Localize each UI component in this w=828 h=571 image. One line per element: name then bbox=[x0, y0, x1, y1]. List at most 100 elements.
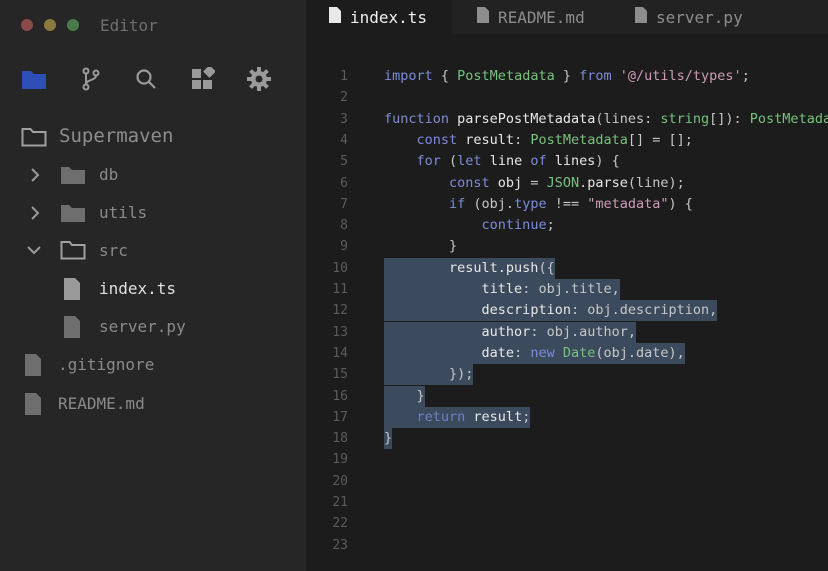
source-control-icon[interactable] bbox=[78, 66, 104, 92]
tree-item-label: db bbox=[99, 165, 119, 184]
code-editor: index.ts README.md server.py 1 2 3 4 5 6 7 8 9 10… bbox=[306, 0, 828, 571]
tree-item-label: server.py bbox=[99, 317, 186, 336]
line-number: 11 bbox=[332, 282, 348, 297]
code-token: return bbox=[416, 408, 466, 425]
code-token: of bbox=[530, 153, 547, 170]
close-window-button[interactable] bbox=[21, 19, 33, 31]
code-token: description bbox=[481, 302, 571, 319]
code-token: [] = []; bbox=[627, 131, 693, 148]
tree-item-readme[interactable]: README.md bbox=[0, 389, 306, 419]
tree-item-src[interactable]: src bbox=[0, 236, 306, 266]
line-number: 2 bbox=[340, 90, 348, 106]
line-number: 21 bbox=[332, 495, 348, 510]
sidebar: Editor Supermaven db utils src index.ts … bbox=[0, 0, 306, 571]
code-token: result bbox=[457, 131, 515, 148]
code-line: result.push({ bbox=[384, 258, 555, 279]
search-icon[interactable] bbox=[133, 66, 159, 92]
tree-item-label: index.ts bbox=[99, 279, 177, 298]
line-number: 7 bbox=[340, 196, 348, 212]
code-token: (line); bbox=[627, 174, 685, 191]
folder-open-icon bbox=[21, 127, 47, 151]
code-line: title: obj.title, bbox=[384, 279, 620, 300]
code-token: Date bbox=[562, 344, 596, 361]
explorer-icon[interactable] bbox=[21, 66, 47, 92]
file-icon bbox=[634, 6, 648, 28]
tree-item-server-py[interactable]: server.py bbox=[0, 312, 306, 342]
code-line: for (let line of lines) { bbox=[384, 151, 620, 172]
code-token: ( bbox=[440, 153, 458, 170]
minimize-window-button[interactable] bbox=[44, 19, 56, 31]
tree-item-index-ts[interactable]: index.ts bbox=[0, 274, 306, 304]
code-line: } bbox=[384, 386, 425, 407]
editor-window: Editor Supermaven db utils src index.ts … bbox=[0, 0, 828, 571]
code-token: []): bbox=[709, 110, 750, 127]
tree-item-utils[interactable]: utils bbox=[0, 198, 306, 228]
file-icon bbox=[476, 6, 490, 28]
code-token: JSON bbox=[546, 174, 580, 191]
code-line: date: new Date(obj.date), bbox=[384, 343, 685, 364]
tab-label: README.md bbox=[498, 7, 585, 27]
code-token: ) { bbox=[595, 153, 620, 170]
tree-item-label: .gitignore bbox=[58, 355, 155, 374]
line-number: 13 bbox=[332, 324, 348, 340]
line-number: 17 bbox=[332, 409, 348, 425]
code-line: } bbox=[384, 236, 457, 257]
code-token: result.push bbox=[449, 259, 539, 276]
code-token: if bbox=[449, 195, 466, 212]
code-token: parse bbox=[587, 174, 628, 191]
code-line: function parsePostMetadata(lines: string… bbox=[384, 109, 828, 130]
line-number: 3 bbox=[340, 111, 348, 127]
code-token: PostMetadata bbox=[457, 68, 555, 84]
code-token: (lines: bbox=[595, 110, 661, 127]
line-number: 15 bbox=[332, 367, 348, 383]
code-token: import bbox=[384, 68, 433, 84]
code-token: : bbox=[514, 131, 531, 148]
extensions-icon[interactable] bbox=[190, 66, 216, 92]
explorer-root[interactable]: Supermaven bbox=[0, 122, 306, 152]
tab-label: server.py bbox=[656, 7, 743, 27]
tree-item-db[interactable]: db bbox=[0, 160, 306, 190]
tab-readme[interactable]: README.md bbox=[476, 0, 585, 34]
code-token: type bbox=[514, 195, 547, 212]
tab-server-py[interactable]: server.py bbox=[634, 0, 743, 34]
code-token: for bbox=[416, 153, 441, 170]
code-token: PostMetadat bbox=[749, 110, 828, 127]
tab-label: index.ts bbox=[350, 7, 428, 27]
code-token: "metadata" bbox=[587, 195, 669, 212]
line-number: 12 bbox=[332, 303, 348, 319]
code-line: const result: PostMetadata[] = []; bbox=[384, 130, 693, 151]
maximize-window-button[interactable] bbox=[67, 19, 79, 31]
code-token: const bbox=[416, 131, 458, 148]
folder-icon bbox=[60, 203, 86, 227]
code-token: : bbox=[514, 344, 531, 361]
line-number: 14 bbox=[332, 345, 348, 361]
code-token: const bbox=[449, 174, 490, 191]
code-token: new bbox=[530, 344, 555, 361]
explorer-root-label: Supermaven bbox=[59, 125, 174, 147]
code-token: } bbox=[384, 430, 393, 447]
code-token: from bbox=[579, 68, 612, 84]
line-number: 10 bbox=[332, 260, 348, 276]
tree-item-gitignore[interactable]: .gitignore bbox=[0, 350, 306, 380]
app-title: Editor bbox=[100, 16, 158, 35]
code-token: PostMetadata bbox=[530, 131, 628, 148]
code-line: continue; bbox=[384, 215, 555, 236]
file-icon bbox=[328, 6, 342, 28]
settings-icon[interactable] bbox=[246, 66, 272, 92]
tab-index-ts[interactable]: index.ts bbox=[306, 0, 452, 34]
code-token: obj bbox=[489, 174, 523, 191]
code-token: ; bbox=[522, 408, 531, 425]
folder-open-icon bbox=[60, 240, 86, 264]
code-line: import { PostMetadata } from '@/utils/ty… bbox=[384, 66, 750, 87]
code-token: ({ bbox=[538, 259, 555, 276]
